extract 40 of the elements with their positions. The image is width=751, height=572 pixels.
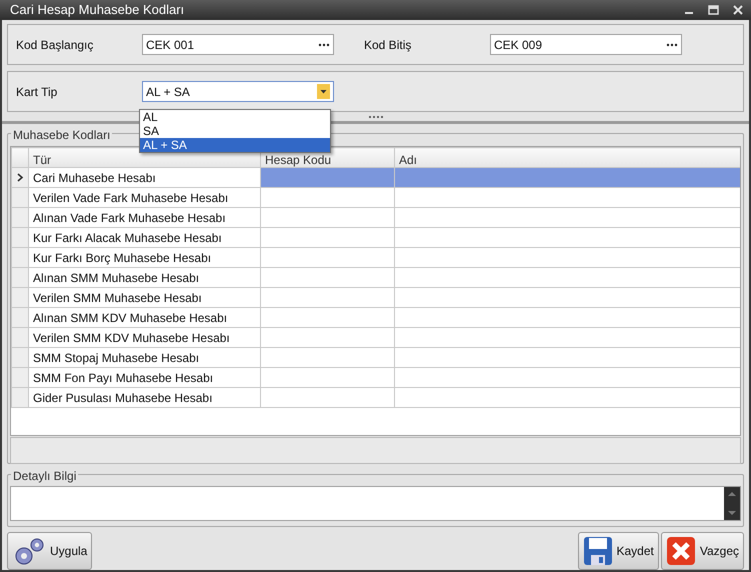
table-cell: Verilen SMM KDV Muhasebe Hesabı (28, 328, 260, 348)
table-cell: Alınan SMM KDV Muhasebe Hesabı (28, 308, 260, 328)
scrollbar-icon[interactable] (724, 487, 740, 520)
splitter-grip-icon[interactable] (368, 116, 382, 119)
table-cell: Cari Muhasebe Hesabı (28, 168, 260, 188)
text-field[interactable]: CEK 009 (490, 34, 682, 55)
table-cell: SMM Fon Payı Muhasebe Hesabı (28, 368, 260, 388)
table-cell: Alınan SMM Muhasebe Hesabı (28, 268, 260, 288)
current-row-icon (16, 173, 24, 182)
selected-cell[interactable] (260, 168, 394, 188)
row-indicator[interactable] (12, 168, 28, 188)
table-cell: Verilen Vade Fark Muhasebe Hesabı (28, 188, 260, 208)
field-label: Kod Bitiş (364, 36, 412, 54)
close-icon[interactable] (733, 5, 743, 15)
field-label: Kod Başlangıç (16, 36, 94, 54)
maximize-icon[interactable] (708, 5, 719, 15)
cancel-button[interactable]: Vazgeç (660, 532, 744, 570)
save-button[interactable]: Kaydet (578, 532, 659, 570)
table-cell: Gider Pusulası Muhasebe Hesabı (28, 388, 260, 408)
text-input[interactable]: CEK 009 (494, 35, 666, 54)
dropdown-option[interactable]: SA (140, 124, 330, 138)
window-title: Cari Hesap Muhasebe Kodları (10, 1, 184, 20)
selected-cell[interactable] (394, 168, 740, 188)
ellipsis-icon[interactable] (318, 42, 330, 46)
text-field[interactable]: CEK 001 (142, 34, 334, 55)
table-cell: Kur Farkı Alacak Muhasebe Hesabı (28, 228, 260, 248)
table-cell: Kur Farkı Borç Muhasebe Hesabı (28, 248, 260, 268)
dropdown-option[interactable]: AL + SA (140, 138, 330, 152)
text-input[interactable]: CEK 001 (146, 35, 318, 54)
table-cell: Verilen SMM Muhasebe Hesabı (28, 288, 260, 308)
ellipsis-icon[interactable] (666, 42, 678, 46)
close-icon (666, 536, 696, 566)
dropdown-option[interactable]: AL (140, 110, 330, 124)
column-header[interactable]: Adı (394, 148, 740, 168)
field-label: Kart Tip (16, 84, 58, 100)
table-cell: Alınan Vade Fark Muhasebe Hesabı (28, 208, 260, 228)
apply-button[interactable]: Uygula (7, 532, 92, 570)
dropdown-field[interactable]: AL + SA (142, 81, 334, 102)
detail-text-area[interactable] (10, 486, 741, 521)
table-cell: SMM Stopaj Muhasebe Hesabı (28, 348, 260, 368)
